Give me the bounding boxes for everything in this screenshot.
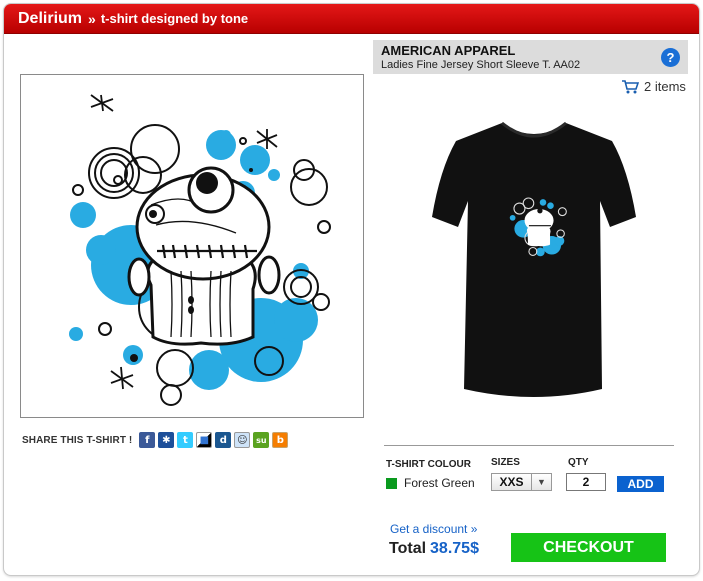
share-bar: SHARE THIS T-SHIRT ! f ✱ t ■ d ☺ su b <box>22 432 289 448</box>
size-select[interactable]: XXS ▼ <box>491 473 552 491</box>
colour-swatch <box>386 477 397 489</box>
product-window: Delirium » t-shirt designed by tone SHAR… <box>3 3 700 576</box>
sizes-label: SIZES <box>491 457 520 468</box>
tshirt-preview <box>424 109 644 414</box>
designer-credit[interactable]: t-shirt designed by tone <box>101 11 248 26</box>
design-title[interactable]: Delirium <box>18 10 82 28</box>
facebook-icon[interactable]: f <box>139 432 156 448</box>
discount-link[interactable]: Get a discount » <box>390 522 477 536</box>
checkout-button[interactable]: CHECKOUT <box>511 533 666 562</box>
product-brand: AMERICAN APPAREL <box>381 43 516 58</box>
digg-icon[interactable]: d <box>215 432 232 448</box>
total-label: Total <box>389 540 427 557</box>
product-header: AMERICAN APPAREL Ladies Fine Jersey Shor… <box>373 40 688 74</box>
total-amount: 38.75$ <box>430 540 479 557</box>
colour-value: Forest Green <box>404 476 475 490</box>
colour-label: T-SHIRT COLOUR <box>386 459 471 470</box>
add-button[interactable]: ADD <box>617 476 664 492</box>
share-label: SHARE THIS T-SHIRT ! <box>22 434 133 446</box>
tshirt-image <box>432 121 636 397</box>
cart-icon <box>622 79 639 93</box>
colour-selector[interactable]: Forest Green <box>386 476 475 490</box>
doll-artwork <box>69 94 331 406</box>
myspace-icon[interactable]: ✱ <box>158 432 175 448</box>
order-total: Total 38.75$ <box>389 540 479 558</box>
options-divider <box>384 445 674 446</box>
size-value: XXS <box>499 475 524 489</box>
twitter-icon[interactable]: t <box>177 432 194 448</box>
product-model: Ladies Fine Jersey Short Sleeve T. AA02 <box>381 59 581 71</box>
title-bar: Delirium » t-shirt designed by tone <box>4 4 699 34</box>
chevron-down-icon: ▼ <box>531 474 551 490</box>
quantity-input[interactable]: 2 <box>566 473 606 491</box>
title-separator: » <box>88 10 96 27</box>
stumbleupon-icon[interactable]: su <box>253 432 270 448</box>
help-icon[interactable]: ? <box>661 48 680 67</box>
blogger-icon[interactable]: b <box>272 432 289 448</box>
design-preview[interactable] <box>20 74 364 418</box>
qty-label: QTY <box>568 457 589 468</box>
delicious-icon[interactable]: ■ <box>196 432 213 448</box>
cart-summary[interactable]: 2 items <box>622 79 686 94</box>
reddit-icon[interactable]: ☺ <box>234 432 251 448</box>
cart-count: 2 items <box>644 79 686 94</box>
